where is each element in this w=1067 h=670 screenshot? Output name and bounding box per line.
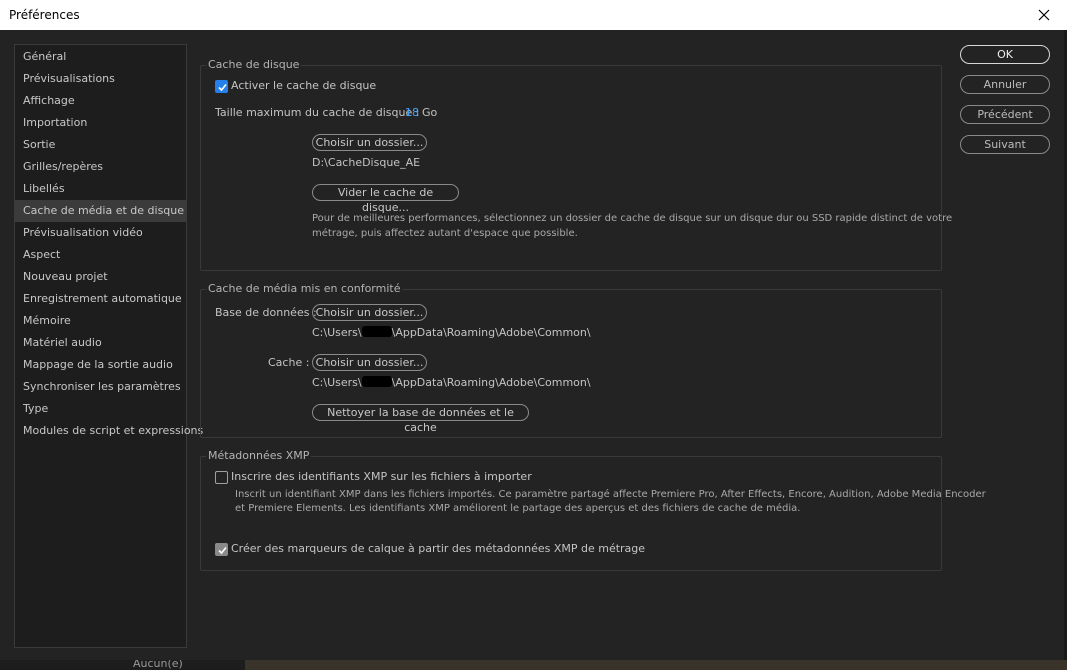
clean-database-cache-button[interactable]: Nettoyer la base de données et le cache: [312, 404, 529, 434]
enable-disk-cache-checkbox[interactable]: [215, 80, 228, 93]
disk-cache-hint-line2: métrage, puis affectez autant d'espace q…: [312, 228, 578, 239]
sidebar-item-sync-settings[interactable]: Synchroniser les paramètres: [15, 376, 186, 398]
sidebar-item-media-disk-cache[interactable]: Cache de média et de disque: [15, 200, 186, 222]
media-cache-title: Cache de média mis en conformité: [206, 282, 403, 295]
sidebar-item-auto-save[interactable]: Enregistrement automatique: [15, 288, 186, 310]
close-button[interactable]: [1021, 0, 1067, 30]
cache-path-prefix: C:\Users\: [312, 376, 362, 389]
database-choose-folder-button[interactable]: Choisir un dossier...: [312, 304, 427, 321]
background-app-strip: Aucun(e): [0, 660, 1067, 670]
sidebar-item-general[interactable]: Général: [15, 46, 186, 68]
next-button[interactable]: Suivant: [960, 135, 1050, 154]
ok-button[interactable]: OK: [960, 45, 1050, 64]
background-timeline: [245, 660, 1067, 670]
redacted-username: [361, 376, 392, 387]
sidebar-item-new-project[interactable]: Nouveau projet: [15, 266, 186, 288]
sidebar-item-output[interactable]: Sortie: [15, 134, 186, 156]
cache-choose-folder-button[interactable]: Choisir un dossier...: [312, 354, 427, 371]
cache-path-suffix: \AppData\Roaming\Adobe\Common\: [391, 376, 591, 389]
disk-cache-choose-folder-button[interactable]: Choisir un dossier...: [312, 134, 427, 151]
redacted-username: [361, 326, 392, 337]
sidebar-item-type[interactable]: Type: [15, 398, 186, 420]
sidebar-item-appearance[interactable]: Aspect: [15, 244, 186, 266]
cache-path: C:\Users\ \AppData\Roaming\Adobe\Common\: [312, 376, 591, 389]
previous-button[interactable]: Précédent: [960, 105, 1050, 124]
xmp-description-line1: Inscrit un identifiant XMP dans les fich…: [235, 489, 986, 500]
database-path-suffix: \AppData\Roaming\Adobe\Common\: [391, 326, 591, 339]
max-disk-cache-value[interactable]: 18: [405, 106, 419, 119]
disk-cache-hint-line1: Pour de meilleures performances, sélecti…: [312, 213, 953, 224]
window-title: Préférences: [9, 8, 80, 22]
database-path-prefix: C:\Users\: [312, 326, 362, 339]
database-label: Base de données :: [215, 306, 317, 319]
sidebar-item-scripting-expressions[interactable]: Modules de script et expressions: [15, 420, 203, 442]
create-layer-markers-checkbox[interactable]: [215, 543, 228, 556]
cancel-button[interactable]: Annuler: [960, 75, 1050, 94]
sidebar-item-audio-output-mapping[interactable]: Mappage de la sortie audio: [15, 354, 186, 376]
sidebar-item-audio-hardware[interactable]: Matériel audio: [15, 332, 186, 354]
preferences-sidebar: Général Prévisualisations Affichage Impo…: [14, 44, 203, 648]
sidebar-item-memory[interactable]: Mémoire: [15, 310, 186, 332]
xmp-title: Métadonnées XMP: [206, 449, 312, 462]
close-icon: [1038, 9, 1050, 21]
sidebar-item-import[interactable]: Importation: [15, 112, 186, 134]
checkmark-icon: [218, 546, 227, 555]
cache-label: Cache :: [268, 356, 310, 369]
sidebar-item-grids-guides[interactable]: Grilles/repères: [15, 156, 186, 178]
checkmark-icon: [218, 83, 227, 92]
xmp-description-line2: et Premiere Elements. Les identifiants X…: [235, 503, 801, 514]
sidebar-item-labels[interactable]: Libellés: [15, 178, 186, 200]
create-layer-markers-label[interactable]: Créer des marqueurs de calque à partir d…: [231, 542, 645, 555]
disk-cache-title: Cache de disque: [206, 58, 302, 71]
background-dropdown[interactable]: Aucun(e): [133, 660, 183, 670]
write-xmp-ids-label[interactable]: Inscrire des identifiants XMP sur les fi…: [231, 470, 532, 483]
max-disk-cache-label: Taille maximum du cache de disque :: [215, 106, 420, 119]
write-xmp-ids-checkbox[interactable]: [215, 471, 228, 484]
sidebar-item-previews[interactable]: Prévisualisations: [15, 68, 186, 90]
empty-disk-cache-button[interactable]: Vider le cache de disque...: [312, 184, 459, 214]
enable-disk-cache-label[interactable]: Activer le cache de disque: [231, 79, 376, 92]
disk-cache-folder-path: D:\CacheDisque_AE: [312, 156, 421, 169]
title-bar: Préférences: [0, 0, 1067, 30]
sidebar-item-display[interactable]: Affichage: [15, 90, 186, 112]
sidebar-item-video-preview[interactable]: Prévisualisation vidéo: [15, 222, 186, 244]
max-disk-cache-unit: Go: [422, 106, 438, 119]
database-path: C:\Users\ \AppData\Roaming\Adobe\Common\: [312, 326, 591, 339]
